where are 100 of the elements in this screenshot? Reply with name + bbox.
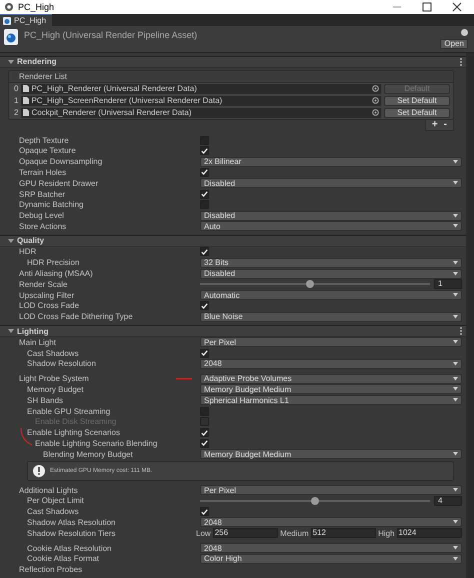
warning-icon	[32, 464, 46, 478]
number-field[interactable]: 1	[434, 279, 462, 290]
dropdown[interactable]: Disabled	[200, 268, 462, 279]
number-field[interactable]: 256	[212, 528, 278, 538]
check-icon	[201, 148, 208, 154]
dropdown[interactable]: Auto	[200, 221, 462, 232]
caret-icon	[453, 314, 458, 319]
property-label: Cookie Atlas Resolution	[27, 544, 112, 552]
set-default-button[interactable]: Set Default	[384, 108, 450, 118]
property-label: Shadow Resolution Tiers	[27, 528, 116, 538]
number-field[interactable]: 512	[310, 528, 376, 538]
caret-icon	[453, 293, 458, 298]
index-label: 2	[14, 108, 18, 118]
property-label: SH Bands	[27, 396, 64, 405]
checkbox[interactable]	[200, 190, 209, 199]
caret-icon	[453, 224, 458, 228]
caret-icon	[453, 556, 458, 561]
section-header[interactable]: Rendering	[0, 56, 466, 68]
close-icon[interactable]	[452, 2, 462, 12]
property-label: Cast Shadows	[27, 348, 79, 358]
property-label: Terrain Holes	[19, 168, 66, 177]
dropdown[interactable]: Memory Budget Medium	[200, 449, 462, 460]
caret-icon	[453, 340, 458, 344]
dropdown[interactable]: Memory Budget Medium	[200, 384, 462, 394]
check-icon	[201, 248, 208, 255]
property-label: Shadow Resolution	[27, 359, 96, 368]
foldout-arrow-icon[interactable]	[8, 58, 14, 65]
dropdown[interactable]: Per Pixel	[200, 337, 462, 348]
property-label: Anti Aliasing (MSAA)	[19, 269, 93, 278]
property-label: Cookie Atlas Format	[27, 554, 100, 564]
object-field[interactable]: Cockpit_Renderer (Universal Renderer Data)	[21, 108, 381, 118]
property-label: Additional Lights	[19, 486, 78, 495]
property-label: LOD Cross Fade	[19, 301, 80, 310]
property-label: Light Probe System	[19, 374, 89, 384]
property-label: Store Actions	[19, 222, 66, 231]
property-label: SRP Batcher	[19, 190, 66, 199]
property-label: Opaque Downsampling	[19, 157, 102, 166]
property-label: Enable Lighting Scenario Blending	[35, 438, 158, 448]
scrollbar[interactable]	[466, 53, 474, 578]
checkbox[interactable]	[200, 200, 209, 210]
property-label: Dynamic Batching	[19, 200, 84, 210]
number-field[interactable]: 4	[434, 496, 462, 506]
dropdown[interactable]: Adaptive Probe Volumes	[200, 374, 462, 384]
dropdown[interactable]: Color High	[200, 554, 462, 564]
dropdown[interactable]: 2x Bilinear	[200, 156, 462, 167]
open-button[interactable]: Open	[440, 39, 468, 49]
property-label: Depth Texture	[19, 136, 69, 145]
dropdown[interactable]: Spherical Harmonics L1	[200, 395, 462, 406]
dropdown[interactable]: Disabled	[200, 178, 462, 188]
index-label: 1	[14, 96, 18, 106]
check-icon	[201, 508, 208, 515]
foldout-arrow-icon[interactable]	[8, 328, 14, 334]
dropdown[interactable]: 32 Bits	[200, 258, 462, 268]
foldout-arrow-icon[interactable]	[8, 238, 14, 244]
caret-icon	[453, 488, 458, 492]
tier-label: Low	[196, 528, 211, 538]
slider-track[interactable]	[200, 283, 430, 286]
checkbox[interactable]	[200, 348, 209, 358]
property-label: LOD Cross Fade Dithering Type	[19, 312, 133, 322]
checkbox[interactable]	[200, 301, 209, 310]
section-header[interactable]: Lighting	[0, 325, 466, 337]
set-default-button[interactable]: Set Default	[384, 96, 450, 106]
property-label: Main Light	[19, 338, 56, 347]
checkbox[interactable]	[200, 406, 209, 416]
dropdown[interactable]: 2048	[200, 358, 462, 369]
slider-track[interactable]	[200, 500, 430, 502]
slider-thumb[interactable]	[306, 280, 314, 288]
dropdown[interactable]: Disabled	[200, 210, 462, 221]
section-header[interactable]: Quality	[0, 234, 466, 247]
check-icon	[201, 169, 208, 176]
property-label: Opaque Texture	[19, 146, 76, 156]
tier-label: Medium	[280, 528, 309, 538]
checkbox[interactable]	[200, 146, 209, 156]
caret-icon	[453, 272, 458, 276]
checkbox[interactable]	[200, 507, 209, 516]
dropdown[interactable]: 2048	[200, 517, 462, 528]
checkbox[interactable]	[200, 136, 209, 145]
property-label: Upscaling Filter	[19, 290, 74, 300]
caret-icon	[453, 260, 458, 265]
slider-thumb[interactable]	[311, 496, 319, 505]
dropdown[interactable]: Automatic	[200, 290, 462, 300]
maximize-icon[interactable]	[422, 2, 432, 12]
checkbox[interactable]	[200, 168, 209, 177]
dropdown[interactable]: Blue Noise	[200, 312, 462, 322]
dropdown[interactable]: Per Pixel	[200, 485, 462, 496]
property-label: Reflection Probes	[19, 565, 82, 574]
checkbox[interactable]	[200, 247, 209, 256]
list-title: Renderer List	[19, 72, 68, 81]
property-label: Memory Budget	[27, 384, 84, 394]
tier-label: High	[378, 528, 395, 538]
add-button[interactable]: +	[432, 120, 438, 130]
caret-icon	[453, 160, 458, 164]
remove-button[interactable]: -	[444, 120, 447, 130]
object-field[interactable]: PC_High_ScreenRenderer (Universal Renderer Data)	[21, 96, 381, 106]
checkbox[interactable]	[200, 438, 209, 448]
check-icon	[201, 350, 208, 356]
inspector-tab[interactable]: PC_High	[0, 14, 52, 26]
dropdown[interactable]: 2048	[200, 543, 462, 553]
number-field[interactable]: 1024	[396, 528, 462, 538]
checkbox[interactable]	[200, 428, 209, 438]
